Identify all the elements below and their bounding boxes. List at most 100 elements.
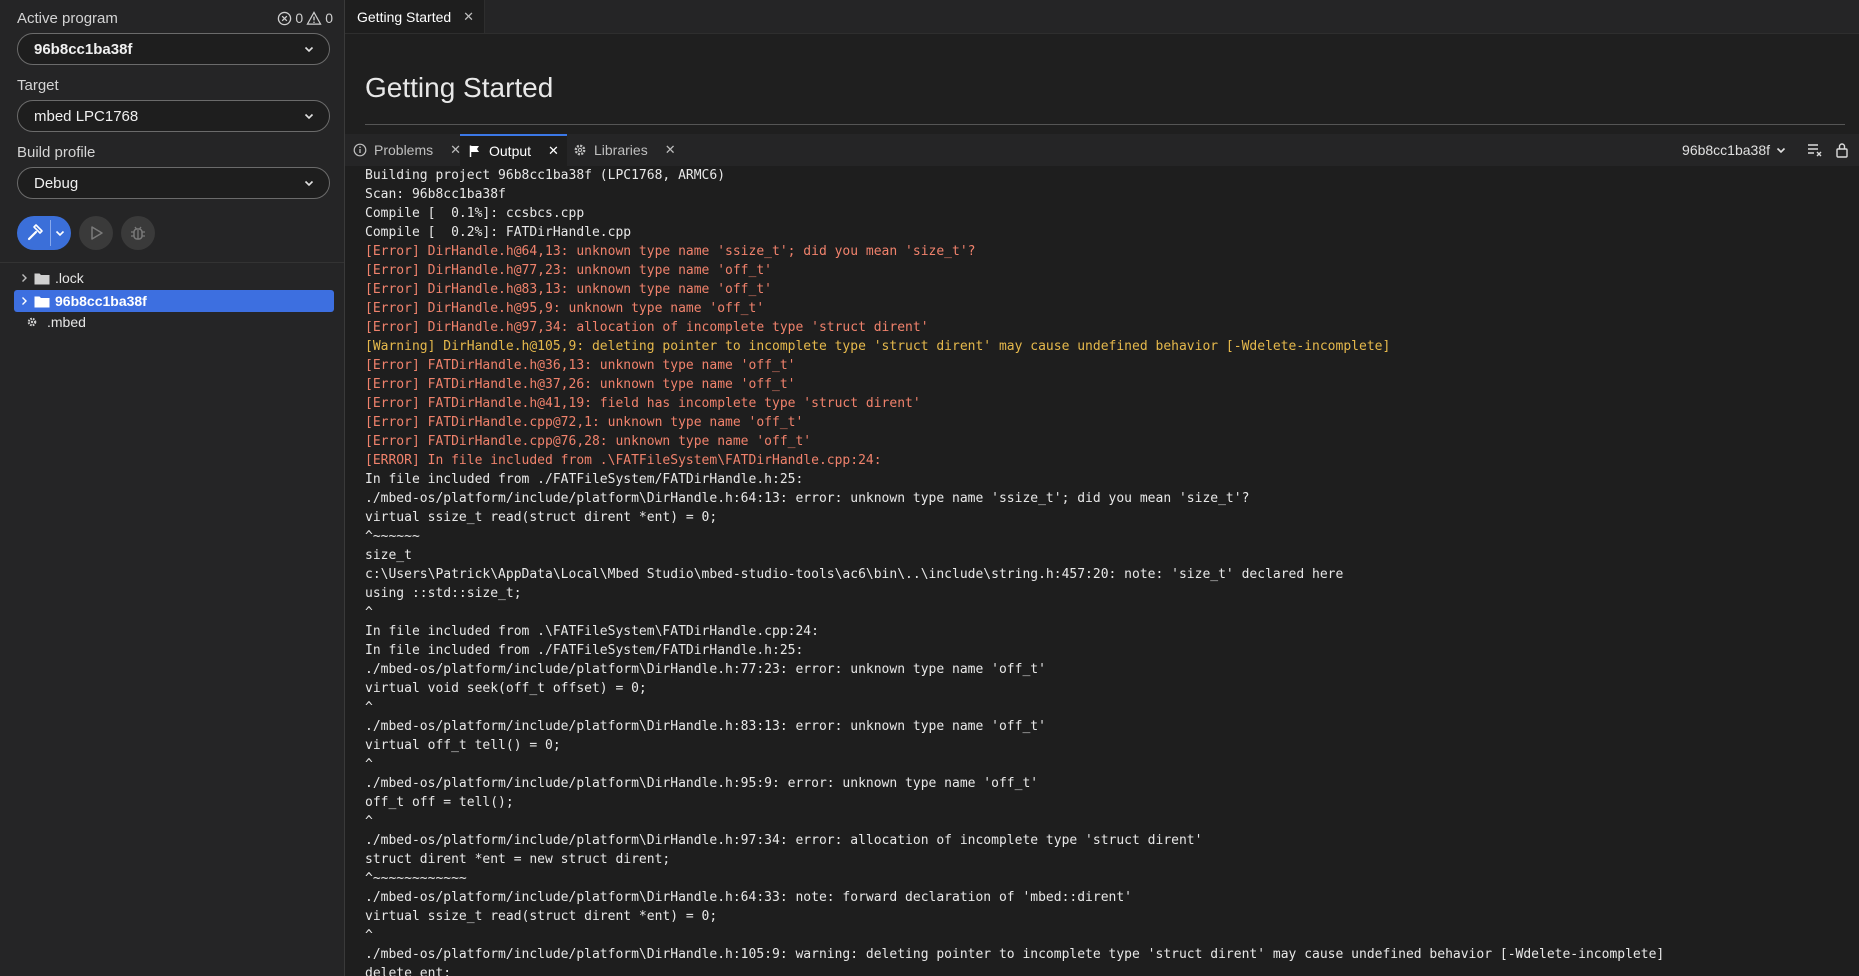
- output-line: struct dirent *ent = new struct dirent;: [365, 852, 671, 867]
- output-line: ./mbed-os/platform/include/platform\DirH…: [365, 719, 1046, 734]
- play-icon: [91, 226, 103, 240]
- output-line: ^: [365, 605, 373, 620]
- output-line: [Error] FATDirHandle.cpp@72,1: unknown t…: [365, 415, 804, 430]
- folder-icon: [34, 295, 52, 308]
- output-line: using ::std::size_t;: [365, 586, 522, 601]
- output-console[interactable]: Building project 96b8cc1ba38f (LPC1768, …: [345, 166, 1859, 976]
- output-line: [Error] FATDirHandle.h@36,13: unknown ty…: [365, 358, 796, 373]
- output-line: Compile [ 0.1%]: ccsbcs.cpp: [365, 206, 585, 221]
- output-line: [Error] DirHandle.h@64,13: unknown type …: [365, 244, 976, 259]
- chevron-right-icon[interactable]: [14, 296, 34, 306]
- folder-icon: [34, 272, 52, 285]
- active-program-value: 96b8cc1ba38f: [34, 40, 133, 58]
- tab-output[interactable]: Output ✕: [460, 134, 567, 166]
- tree-item-label: .lock: [55, 270, 84, 286]
- tab-libraries[interactable]: Libraries ✕: [573, 134, 676, 166]
- gear-icon: [574, 144, 586, 156]
- tree-item-label: 96b8cc1ba38f: [55, 293, 147, 309]
- tab-label: Libraries: [594, 142, 648, 158]
- output-line: ^~~~~~~: [365, 529, 420, 544]
- tree-item-lock[interactable]: .lock: [14, 267, 334, 289]
- output-line: delete ent;: [365, 966, 452, 976]
- output-line: In file included from ./FATFileSystem/FA…: [365, 472, 804, 487]
- output-line: [Error] DirHandle.h@95,9: unknown type n…: [365, 301, 765, 316]
- output-line: ^: [365, 757, 373, 772]
- output-line: ^: [365, 928, 373, 943]
- tree-item-96b8cc1ba38f[interactable]: 96b8cc1ba38f: [14, 290, 334, 312]
- output-source-value: 96b8cc1ba38f: [1682, 142, 1770, 158]
- build-profile-label: Build profile: [17, 144, 96, 161]
- lock-icon[interactable]: [1835, 142, 1849, 158]
- output-line: ^: [365, 814, 373, 829]
- flag-icon: [469, 145, 479, 157]
- close-icon[interactable]: ✕: [548, 143, 559, 159]
- sidebar: Active program 0 0 96b8cc1ba38f Target m…: [0, 0, 345, 976]
- title-divider: [365, 124, 1845, 125]
- chevron-right-icon[interactable]: [14, 273, 34, 283]
- panel-tabbar: Problems ✕ Output ✕ Libraries ✕: [345, 134, 1859, 167]
- output-line: Compile [ 0.2%]: FATDirHandle.cpp: [365, 225, 632, 240]
- hammer-icon: [27, 224, 43, 241]
- tab-label: Getting Started: [357, 8, 452, 25]
- build-profile-value: Debug: [34, 174, 79, 192]
- build-button[interactable]: [17, 216, 71, 250]
- close-icon[interactable]: ✕: [463, 9, 474, 25]
- panel-toolbar: 96b8cc1ba38f: [1674, 134, 1859, 166]
- page-title: Getting Started: [365, 72, 554, 103]
- output-line: [ERROR] In file included from .\FATFileS…: [365, 453, 882, 468]
- output-line: ^: [365, 700, 373, 715]
- clear-output-icon[interactable]: [1807, 142, 1823, 158]
- tab-getting-started[interactable]: Getting Started ✕: [345, 0, 486, 33]
- output-line: In file included from .\FATFileSystem\FA…: [365, 624, 819, 639]
- tree-item-mbed[interactable]: .mbed: [14, 311, 334, 333]
- output-line: [Error] DirHandle.h@97,34: allocation of…: [365, 320, 929, 335]
- output-line: ./mbed-os/platform/include/platform\DirH…: [365, 833, 1203, 848]
- output-line: size_t: [365, 548, 412, 563]
- output-line: [Error] FATDirHandle.h@41,19: field has …: [365, 396, 921, 411]
- output-line: virtual ssize_t read(struct dirent *ent)…: [365, 909, 718, 924]
- chevron-down-icon[interactable]: [54, 227, 66, 239]
- tab-label: Problems: [374, 142, 434, 158]
- output-lines: Building project 96b8cc1ba38f (LPC1768, …: [345, 166, 1664, 976]
- output-line: virtual ssize_t read(struct dirent *ent)…: [365, 510, 718, 525]
- output-line: ^~~~~~~~~~~~~: [365, 871, 467, 886]
- gear-icon: [26, 316, 44, 328]
- problem-counts[interactable]: 0 0: [277, 10, 333, 26]
- close-icon[interactable]: ✕: [665, 142, 676, 158]
- output-line: ./mbed-os/platform/include/platform\DirH…: [365, 662, 1046, 677]
- tree-divider: [0, 262, 344, 263]
- warning-triangle-icon: [306, 10, 322, 25]
- output-line: ./mbed-os/platform/include/platform\DirH…: [365, 890, 1133, 905]
- info-circle-icon: [353, 143, 367, 157]
- build-actions: [17, 216, 155, 250]
- build-profile-select[interactable]: Debug: [17, 167, 330, 199]
- output-line: ./mbed-os/platform/include/platform\DirH…: [365, 947, 1665, 962]
- output-line: [Warning] DirHandle.h@105,9: deleting po…: [365, 339, 1391, 354]
- output-line: [Error] FATDirHandle.h@37,26: unknown ty…: [365, 377, 796, 392]
- output-line: ./mbed-os/platform/include/platform\DirH…: [365, 491, 1250, 506]
- target-label: Target: [17, 77, 59, 94]
- output-line: off_t off = tell();: [365, 795, 514, 810]
- output-line: c:\Users\Patrick\AppData\Local\Mbed Stud…: [365, 567, 1344, 582]
- tab-label: Output: [489, 143, 532, 159]
- output-source-select[interactable]: 96b8cc1ba38f: [1674, 140, 1795, 160]
- chevron-down-icon: [304, 113, 314, 120]
- run-button[interactable]: [79, 216, 113, 250]
- error-circle-icon: [278, 11, 292, 25]
- debug-button[interactable]: [121, 216, 155, 250]
- error-count: 0: [295, 10, 304, 26]
- output-line: virtual void seek(off_t offset) = 0;: [365, 681, 647, 696]
- tab-problems[interactable]: Problems ✕: [353, 134, 461, 166]
- active-program-select[interactable]: 96b8cc1ba38f: [17, 33, 330, 65]
- output-line: [Error] DirHandle.h@77,23: unknown type …: [365, 263, 772, 278]
- editor-tabbar: Getting Started ✕: [345, 0, 1859, 34]
- output-line: [Error] DirHandle.h@83,13: unknown type …: [365, 282, 772, 297]
- target-value: mbed LPC1768: [34, 107, 139, 125]
- output-line: [Error] FATDirHandle.cpp@76,28: unknown …: [365, 434, 812, 449]
- output-line: ./mbed-os/platform/include/platform\DirH…: [365, 776, 1039, 791]
- target-select[interactable]: mbed LPC1768: [17, 100, 330, 132]
- active-program-label: Active program: [17, 10, 118, 27]
- build-button-divider: [50, 220, 51, 246]
- output-line: virtual off_t tell() = 0;: [365, 738, 561, 753]
- tree-item-label: .mbed: [47, 314, 86, 330]
